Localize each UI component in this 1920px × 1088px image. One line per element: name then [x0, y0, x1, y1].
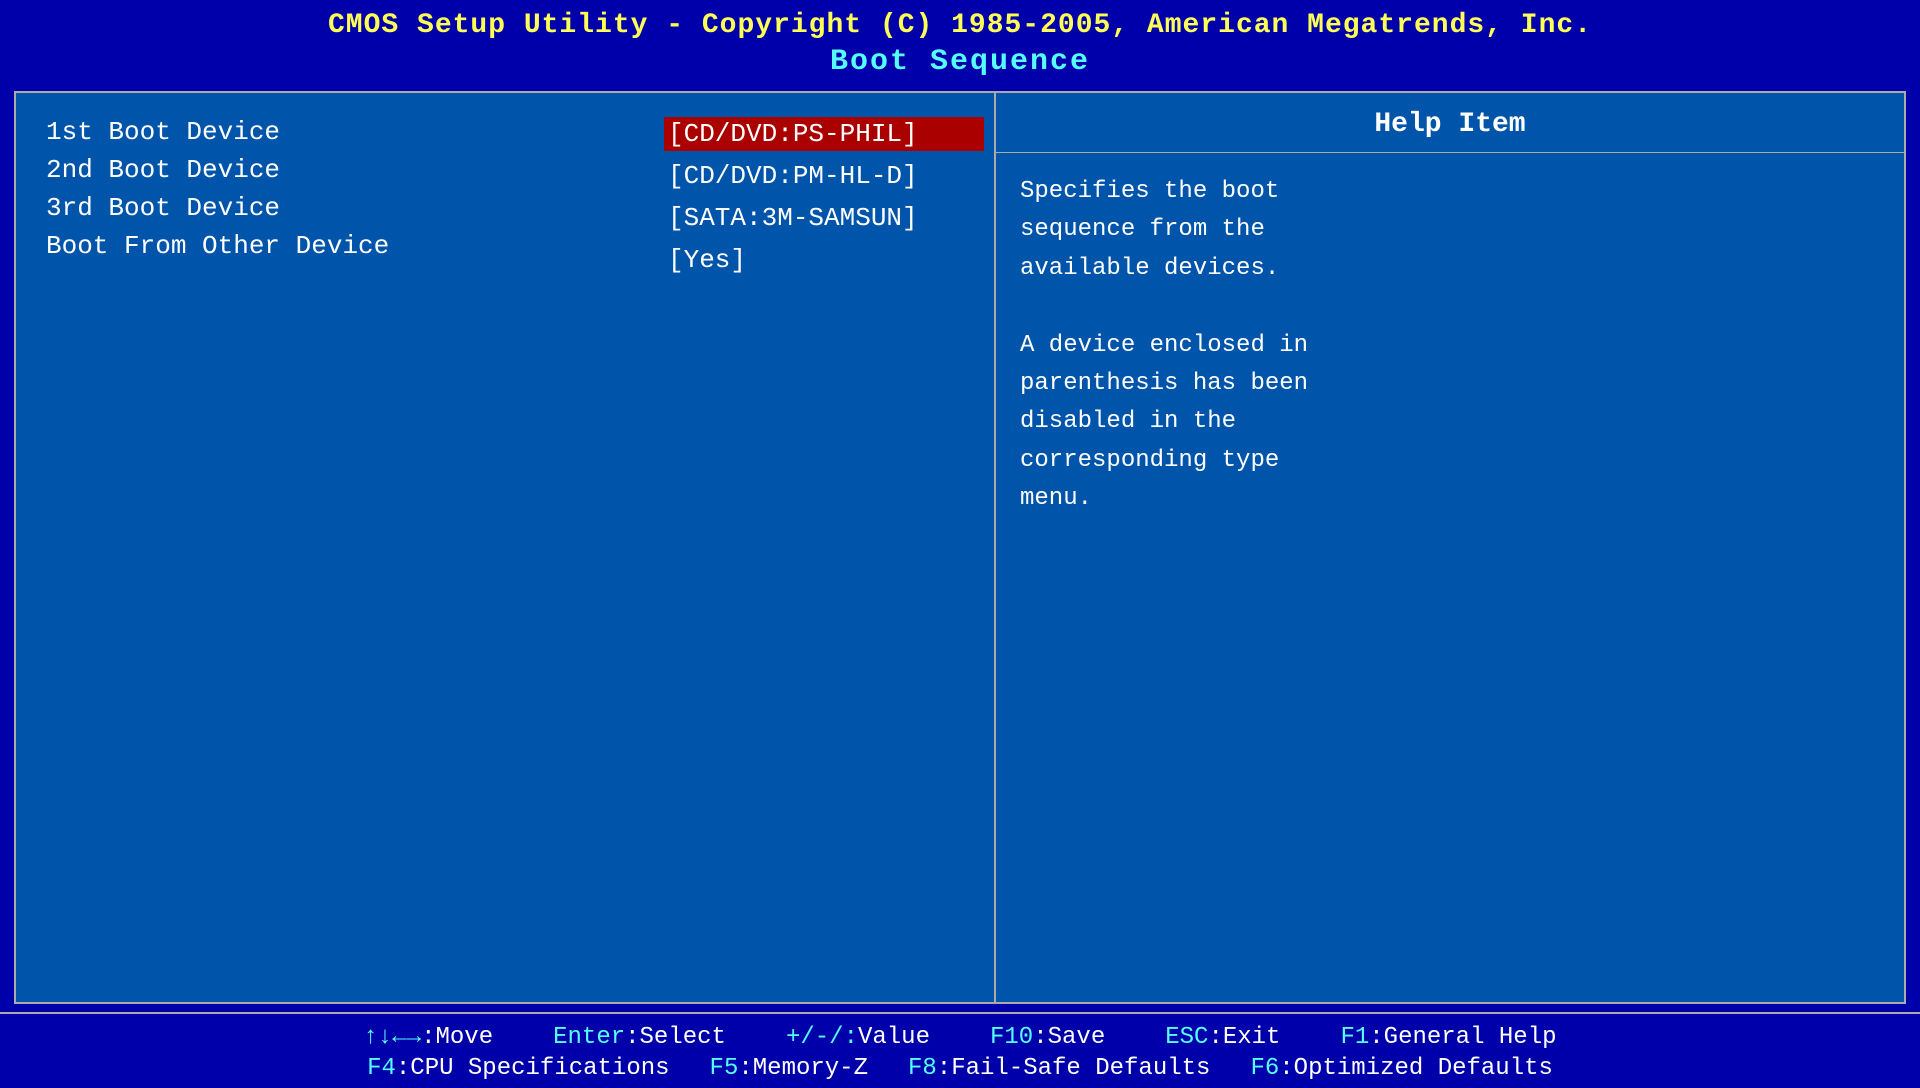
values-panel: [CD/DVD:PS-PHIL] [CD/DVD:PM-HL-D] [SATA:… — [654, 93, 994, 1002]
footer-save: F10:Save — [990, 1024, 1105, 1051]
value-2nd[interactable]: [CD/DVD:PM-HL-D] — [664, 159, 984, 193]
footer-line1: ↑↓←→:Move Enter:Select +/-/:Value F10:Sa… — [20, 1024, 1900, 1051]
footer-value: +/-/:Value — [786, 1024, 930, 1051]
header: CMOS Setup Utility - Copyright (C) 1985-… — [0, 0, 1920, 83]
bios-screen: CMOS Setup Utility - Copyright (C) 1985-… — [0, 0, 1920, 1088]
help-line8: corresponding type — [1020, 447, 1279, 474]
help-text: Specifies the boot sequence from the ava… — [996, 153, 1904, 539]
footer-line2: F4:CPU Specifications F5:Memory-Z F8:Fai… — [20, 1055, 1900, 1082]
setting-label-2nd: 2nd Boot Device — [46, 155, 624, 185]
setting-label-1st: 1st Boot Device — [46, 117, 624, 147]
help-line6: parenthesis has been — [1020, 370, 1308, 397]
footer-f5: F5:Memory-Z — [710, 1055, 868, 1082]
value-3rd[interactable]: [SATA:3M-SAMSUN] — [664, 201, 984, 235]
footer-f8: F8:Fail-Safe Defaults — [908, 1055, 1210, 1082]
help-line2: sequence from the — [1020, 216, 1265, 243]
help-title: Help Item — [996, 93, 1904, 153]
footer-exit: ESC:Exit — [1165, 1024, 1280, 1051]
footer-move: ↑↓←→:Move — [363, 1024, 493, 1051]
help-panel: Help Item Specifies the boot sequence fr… — [996, 93, 1904, 1002]
help-line1: Specifies the boot — [1020, 178, 1279, 205]
main-content: 1st Boot Device 2nd Boot Device 3rd Boot… — [14, 91, 1906, 1004]
setting-row-other[interactable]: Boot From Other Device — [46, 231, 624, 261]
setting-row-1st[interactable]: 1st Boot Device — [46, 117, 624, 147]
value-other[interactable]: [Yes] — [664, 243, 984, 277]
settings-panel: 1st Boot Device 2nd Boot Device 3rd Boot… — [16, 93, 654, 1002]
help-line9: menu. — [1020, 485, 1092, 512]
header-title: CMOS Setup Utility - Copyright (C) 1985-… — [0, 10, 1920, 41]
footer-help: F1:General Help — [1340, 1024, 1556, 1051]
help-line5: A device enclosed in — [1020, 332, 1308, 359]
footer-select: Enter:Select — [553, 1024, 726, 1051]
setting-row-2nd[interactable]: 2nd Boot Device — [46, 155, 624, 185]
setting-row-3rd[interactable]: 3rd Boot Device — [46, 193, 624, 223]
setting-label-3rd: 3rd Boot Device — [46, 193, 624, 223]
help-line3: available devices. — [1020, 255, 1279, 282]
footer-f4: F4:CPU Specifications — [367, 1055, 669, 1082]
footer-f6: F6:Optimized Defaults — [1250, 1055, 1552, 1082]
help-line7: disabled in the — [1020, 408, 1236, 435]
header-subtitle: Boot Sequence — [0, 45, 1920, 79]
value-1st[interactable]: [CD/DVD:PS-PHIL] — [664, 117, 984, 151]
footer: ↑↓←→:Move Enter:Select +/-/:Value F10:Sa… — [0, 1012, 1920, 1088]
setting-label-other: Boot From Other Device — [46, 231, 624, 261]
content-left: 1st Boot Device 2nd Boot Device 3rd Boot… — [16, 93, 996, 1002]
